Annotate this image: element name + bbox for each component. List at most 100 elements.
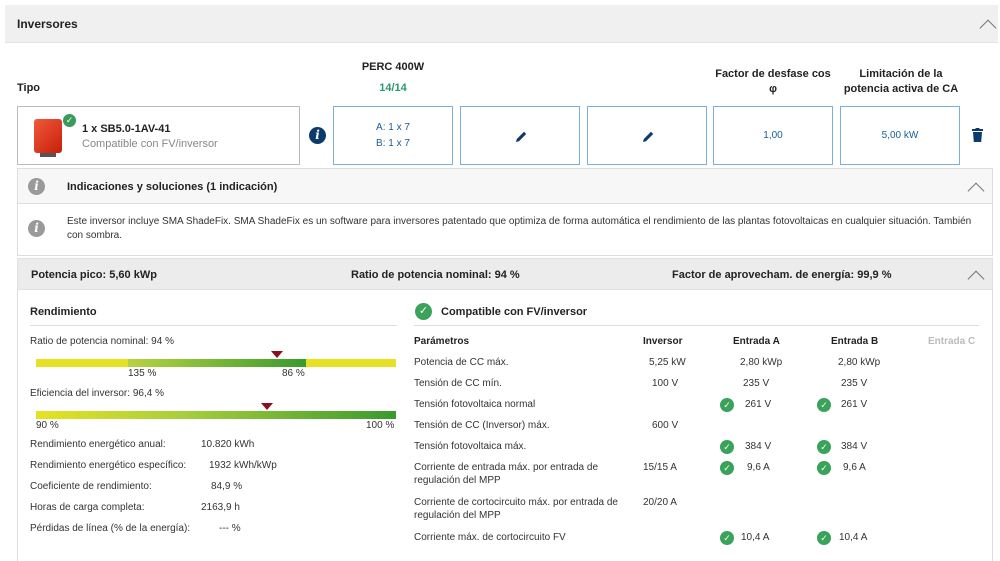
inverter-card[interactable]: ✓ 1 x SB5.0-1AV-41 Compatible con FV/inv… [17, 106, 300, 165]
param-a: 9,6 A [747, 462, 770, 473]
param-label: Tensión fotovoltaica máx. [414, 441, 527, 452]
inverter-name: 1 x SB5.0-1AV-41 [82, 123, 171, 135]
peak-power: Potencia pico: 5,60 kWp [31, 269, 157, 281]
check-icon: ✓ [817, 531, 831, 545]
string-a: A: 1 x 7 [376, 122, 410, 133]
stat-value: 1932 kWh/kWp [209, 460, 277, 471]
param-label: Potencia de CC máx. [414, 357, 509, 368]
param-a: 261 V [745, 399, 772, 410]
notice-body: i Este inversor incluye SMA ShadeFix. SM… [17, 204, 993, 256]
param-inverter: 5,25 kW [649, 357, 686, 368]
stat-value: 84,9 % [211, 481, 243, 492]
compat-title: Compatible con FV/inversor [441, 306, 588, 318]
collapse-chevron-icon[interactable] [967, 270, 985, 288]
notice-text: Este inversor incluye SMA ShadeFix. SMA … [67, 216, 972, 241]
notice-header[interactable]: i Indicaciones y soluciones (1 indicació… [17, 168, 993, 204]
param-b: 9,6 A [843, 462, 866, 473]
ratio-bar-green [128, 359, 306, 367]
cos-phi-header: Factor de desfase cos φ [715, 68, 831, 95]
inversores-panel-header[interactable] [5, 5, 998, 43]
inverter-image [34, 119, 62, 157]
eff-tick-high: 100 % [366, 420, 395, 431]
stat-label: Rendimiento energético específico: [30, 460, 187, 471]
module-count: 14/14 [379, 82, 407, 94]
divider [30, 325, 397, 326]
energy-factor: Factor de aprovecham. de energía: 99,9 % [672, 269, 892, 281]
param-b: 10,4 A [839, 532, 868, 543]
module-header: PERC 400W [361, 61, 425, 73]
inverter-compat: Compatible con FV/inversor [82, 138, 218, 150]
ratio-marker [271, 351, 283, 358]
stat-value: 10.820 kWh [201, 439, 255, 450]
check-icon: ✓ [817, 440, 831, 454]
param-inverter: 15/15 A [643, 462, 677, 473]
edit-cell-1[interactable] [460, 106, 580, 165]
param-label-cont: regulación del MPP [414, 510, 501, 521]
param-b: 235 V [841, 378, 868, 389]
ca-limit-cell[interactable]: 5,00 kW [840, 106, 960, 165]
stat-value: --- % [219, 523, 241, 534]
check-icon: ✓ [817, 461, 831, 475]
string-config-cell[interactable]: A: 1 x 7 B: 1 x 7 [333, 106, 453, 165]
check-icon: ✓ [720, 398, 734, 412]
eff-marker [261, 403, 273, 410]
check-icon: ✓ [817, 398, 831, 412]
ratio-bar-yellow-left [36, 359, 128, 367]
ratio-tick-high: 86 % [282, 368, 305, 379]
param-label: Corriente de cortocircuito máx. por entr… [414, 497, 618, 508]
summary-bar[interactable]: Potencia pico: 5,60 kWp Ratio de potenci… [17, 258, 993, 290]
eff-tick-low: 90 % [36, 420, 59, 431]
param-a: 384 V [745, 441, 772, 452]
param-header: Parámetros [414, 336, 470, 347]
ratio-bar-yellow-right [306, 359, 396, 367]
check-icon: ✓ [720, 531, 734, 545]
param-inverter: 20/20 A [643, 497, 677, 508]
check-badge-icon: ✓ [63, 114, 76, 127]
eff-bar [36, 411, 396, 419]
input-b-header: Entrada B [831, 336, 879, 347]
stat-value: 2163,9 h [201, 502, 240, 513]
param-inverter: 100 V [652, 378, 679, 389]
param-label: Tensión de CC mín. [414, 378, 502, 389]
compat-check-icon: ✓ [415, 303, 432, 320]
stat-label: Horas de carga completa: [30, 502, 145, 513]
check-icon: ✓ [720, 461, 734, 475]
param-b: 261 V [841, 399, 868, 410]
input-c-header: Entrada C [928, 336, 976, 347]
param-label: Corriente máx. de cortocircuito FV [414, 532, 566, 543]
param-label: Corriente de entrada máx. por entrada de [414, 462, 598, 473]
info-icon: i [28, 178, 45, 195]
rendimiento-title: Rendimiento [30, 306, 97, 318]
pencil-icon[interactable] [515, 130, 528, 143]
param-a: 235 V [743, 378, 770, 389]
panel-title: Inversores [17, 17, 78, 31]
ratio-label: Ratio de potencia nominal: 94 % [30, 336, 174, 347]
param-label-cont: regulación del MPP [414, 475, 501, 486]
pencil-icon[interactable] [642, 130, 655, 143]
stat-label: Pérdidas de línea (% de la energía): [30, 523, 191, 534]
string-b: B: 1 x 7 [376, 138, 410, 149]
info-icon: i [28, 220, 45, 237]
param-b: 384 V [841, 441, 868, 452]
notice-title: Indicaciones y soluciones (1 indicación) [67, 181, 278, 193]
stat-label: Coeficiente de rendimiento: [30, 481, 152, 492]
check-icon: ✓ [720, 440, 734, 454]
collapse-chevron-icon[interactable] [967, 182, 985, 200]
edit-cell-2[interactable] [587, 106, 707, 165]
ca-limit-value: 5,00 kW [881, 130, 919, 141]
cos-phi-value: 1,00 [763, 130, 783, 141]
divider [414, 325, 979, 326]
info-icon[interactable]: i [309, 127, 326, 144]
cos-phi-cell[interactable]: 1,00 [713, 106, 833, 165]
trash-icon[interactable] [972, 128, 983, 142]
tipo-header: Tipo [17, 82, 41, 94]
param-b: 2,80 kWp [838, 357, 881, 368]
stat-label: Rendimiento energético anual: [30, 439, 166, 450]
param-label: Tensión de CC (Inversor) máx. [414, 420, 550, 431]
ratio-tick-low: 135 % [128, 368, 157, 379]
inverter-header: Inversor [643, 336, 683, 347]
nominal-ratio: Ratio de potencia nominal: 94 % [351, 269, 520, 281]
eff-label: Eficiencia del inversor: 96,4 % [30, 388, 164, 399]
param-a: 10,4 A [741, 532, 770, 543]
param-a: 2,80 kWp [740, 357, 783, 368]
